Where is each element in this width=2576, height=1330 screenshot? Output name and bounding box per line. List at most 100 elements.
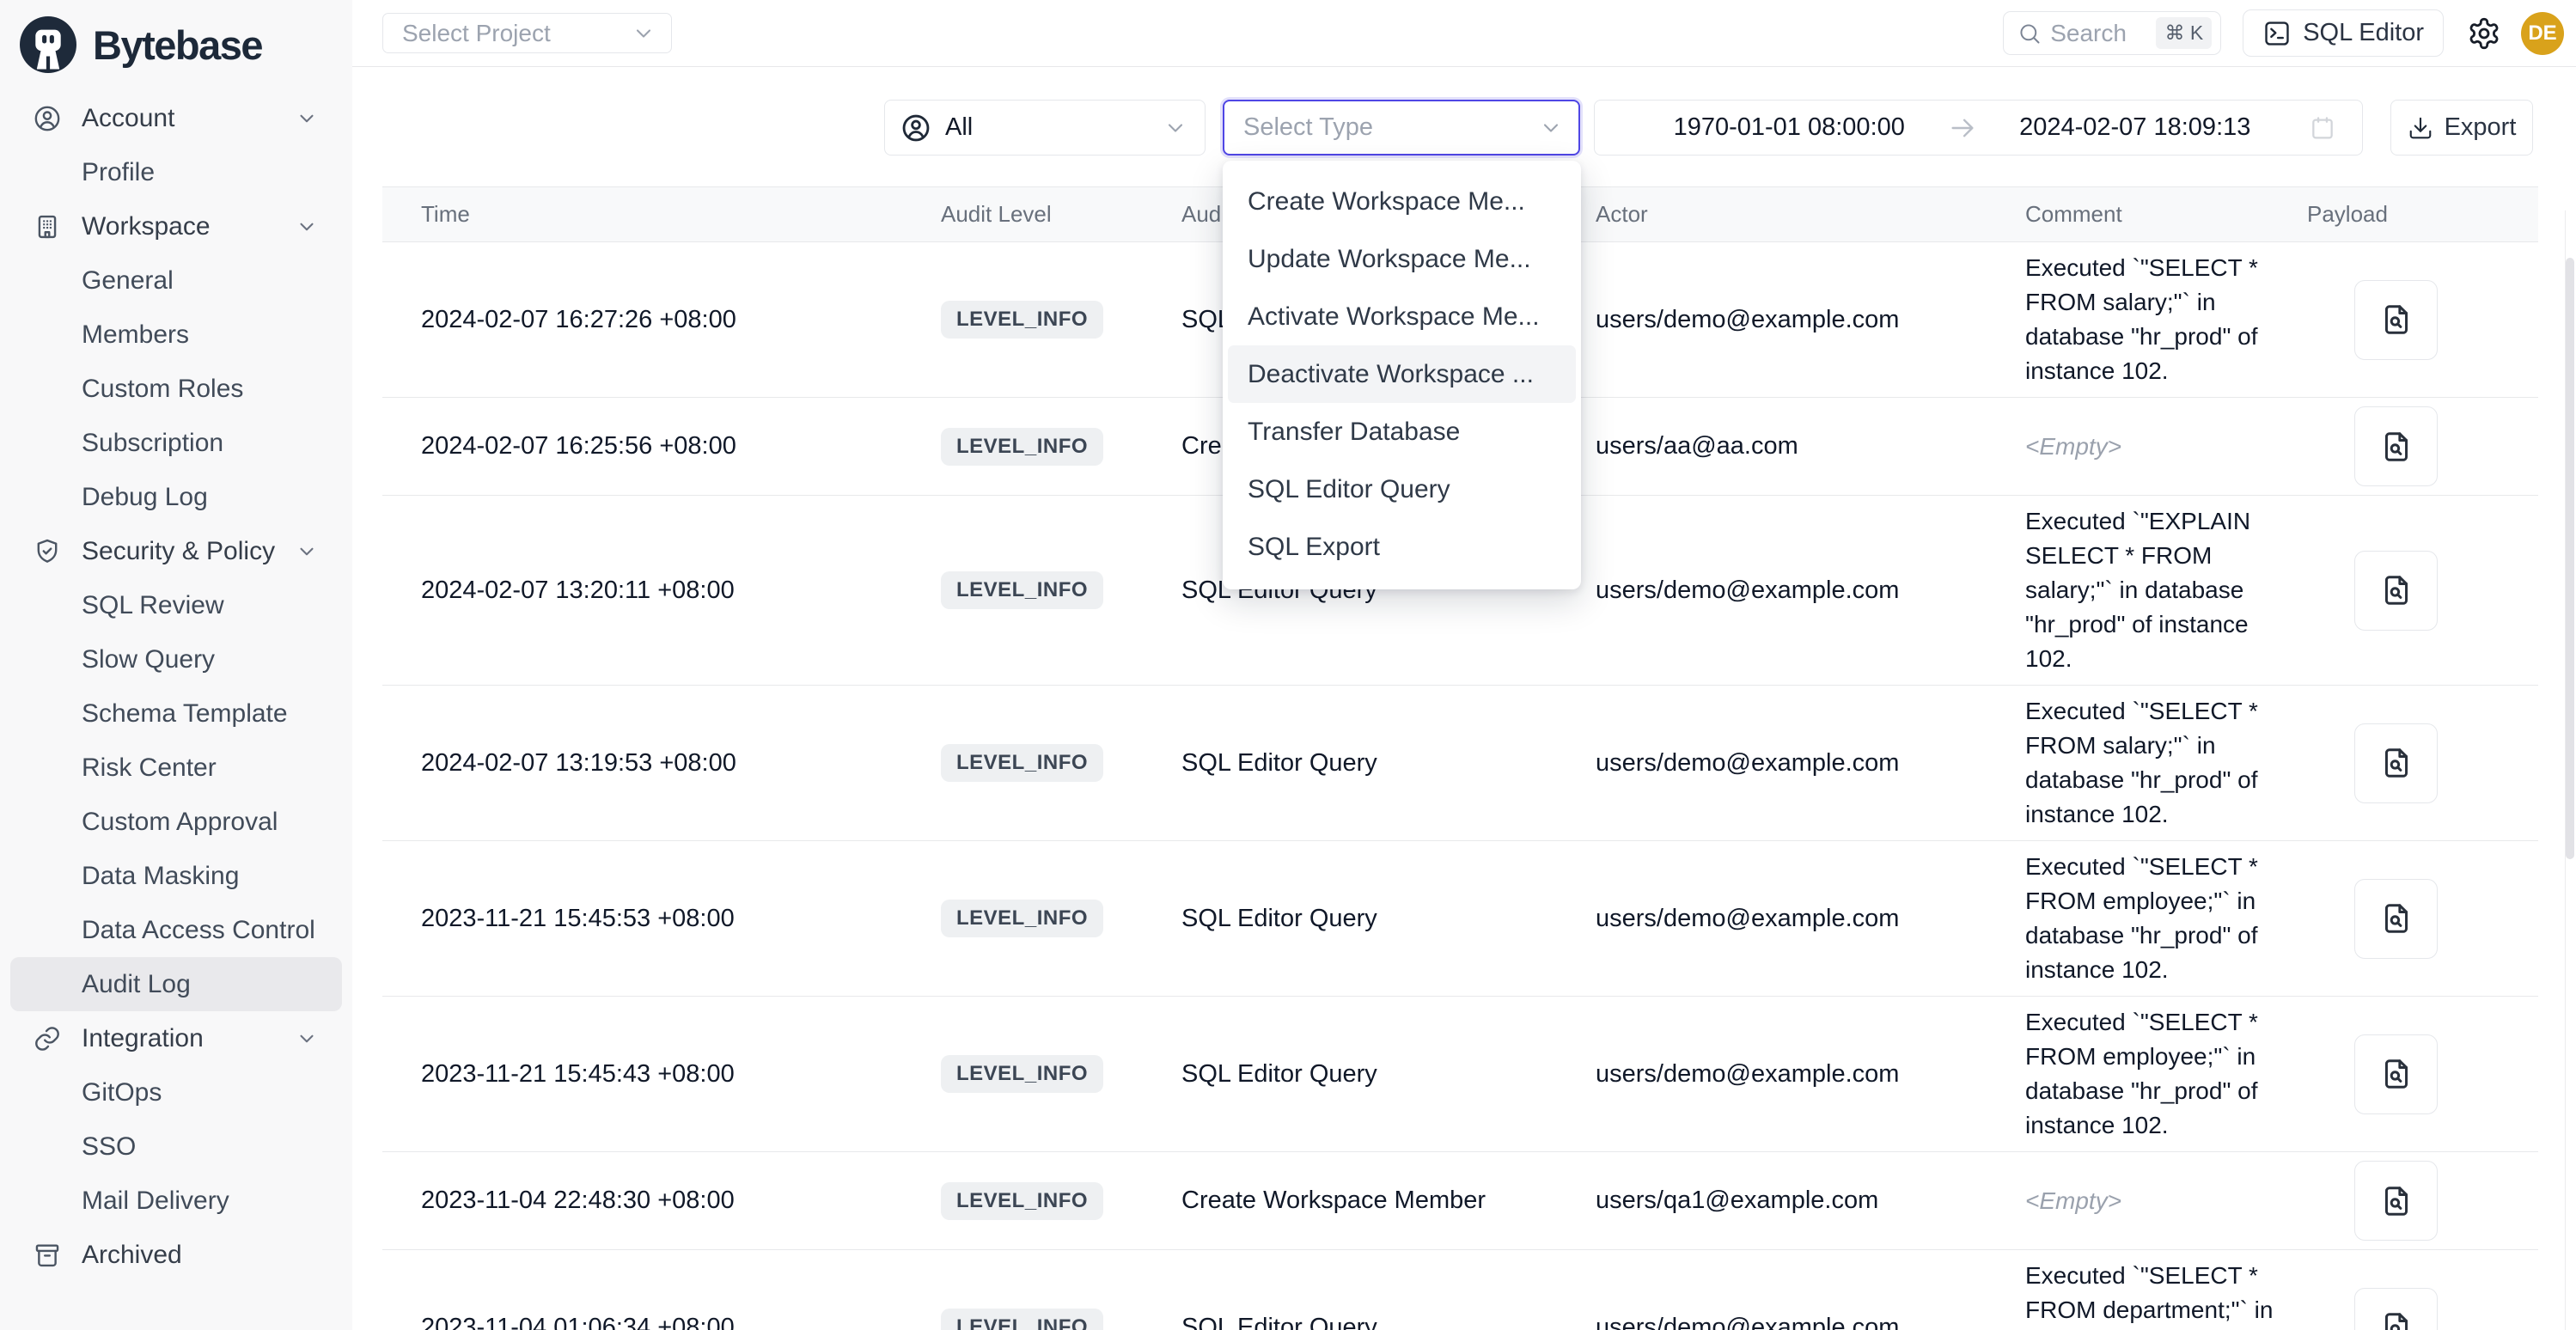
export-button[interactable]: Export — [2390, 100, 2533, 156]
table-row: 2023-11-21 15:45:43 +08:00 LEVEL_INFO SQ… — [382, 997, 2538, 1152]
audit-type: Create Workspace Member — [1181, 1187, 1596, 1215]
export-label: Export — [2445, 113, 2517, 142]
user-circle-icon — [33, 104, 62, 133]
type-dropdown-option[interactable]: Deactivate Workspace ... — [1228, 345, 1576, 403]
audit-actor: users/demo@example.com — [1596, 306, 2025, 334]
search-input[interactable]: Search ⌘ K — [2003, 11, 2221, 55]
audit-time: 2024-02-07 16:27:26 +08:00 — [421, 306, 941, 334]
chevron-down-icon — [1163, 116, 1187, 140]
type-dropdown-option[interactable]: Activate Workspace Me... — [1228, 288, 1576, 345]
sidebar-item-members[interactable]: Members — [10, 308, 342, 362]
file-search-icon — [2378, 429, 2414, 465]
sidebar-item-subscription[interactable]: Subscription — [10, 416, 342, 470]
bytebase-logo[interactable]: Bytebase — [0, 0, 352, 86]
sidebar-item-data-masking[interactable]: Data Masking — [10, 849, 342, 903]
sidebar-item-schema-template[interactable]: Schema Template — [10, 686, 342, 741]
search-placeholder: Search — [2050, 20, 2147, 47]
table-row: 2023-11-04 22:48:30 +08:00 LEVEL_INFO Cr… — [382, 1152, 2538, 1250]
file-search-icon — [2378, 1056, 2414, 1092]
audit-type: SQL Editor Query — [1181, 749, 1596, 778]
topbar-right: Search ⌘ K SQL Editor DE — [2003, 9, 2564, 57]
type-dropdown-option[interactable]: SQL Editor Query — [1228, 461, 1576, 518]
file-search-icon — [2378, 302, 2414, 338]
shield-check-icon — [33, 537, 62, 566]
type-filter-select[interactable]: Select Type — [1223, 100, 1580, 156]
sidebar-item-custom-roles[interactable]: Custom Roles — [10, 362, 342, 416]
sidebar-item-audit-log[interactable]: Audit Log — [10, 957, 342, 1011]
audit-comment: Executed `"SELECT * FROM employee;"` in … — [2025, 1005, 2307, 1143]
sidebar-item-data-access-control[interactable]: Data Access Control — [10, 903, 342, 957]
audit-actor: users/demo@example.com — [1596, 905, 2025, 933]
payload-view-button[interactable] — [2354, 1161, 2438, 1241]
type-filter-dropdown: Create Workspace Me...Update Workspace M… — [1223, 161, 1581, 589]
archive-box-icon — [33, 1241, 62, 1270]
type-dropdown-option[interactable]: Create Workspace Me... — [1228, 173, 1576, 230]
actor-filter-select[interactable]: All — [884, 100, 1206, 156]
audit-comment: Executed `"SELECT * FROM department;"` i… — [2025, 1259, 2307, 1330]
sidebar-item-sql-review[interactable]: SQL Review — [10, 578, 342, 632]
sidebar-item-security-policy[interactable]: Security & Policy — [10, 524, 342, 578]
sidebar-item-account[interactable]: Account — [10, 91, 342, 145]
audit-time: 2024-02-07 16:25:56 +08:00 — [421, 432, 941, 461]
file-search-icon — [2378, 1309, 2414, 1330]
chevron-down-icon — [1539, 116, 1563, 140]
sidebar-item-risk-center[interactable]: Risk Center — [10, 741, 342, 795]
user-avatar[interactable]: DE — [2521, 12, 2564, 55]
type-dropdown-option[interactable]: SQL Export — [1228, 518, 1576, 576]
col-audit-level: Audit Level — [941, 201, 1181, 228]
sidebar-item-gitops[interactable]: GitOps — [10, 1065, 342, 1120]
sql-editor-button[interactable]: SQL Editor — [2243, 9, 2444, 57]
audit-level-badge: LEVEL_INFO — [941, 428, 1103, 466]
sidebar-item-archived[interactable]: Archived — [10, 1228, 342, 1282]
project-select-placeholder: Select Project — [402, 20, 551, 47]
table-row: 2023-11-21 15:45:53 +08:00 LEVEL_INFO SQ… — [382, 841, 2538, 997]
audit-level-badge: LEVEL_INFO — [941, 744, 1103, 782]
search-shortcut-badge: ⌘ K — [2156, 17, 2212, 49]
col-actor: Actor — [1596, 201, 2025, 228]
sidebar-item-sso[interactable]: SSO — [10, 1120, 342, 1174]
user-circle-icon — [900, 113, 931, 143]
project-select[interactable]: Select Project — [382, 13, 672, 53]
payload-view-button[interactable] — [2354, 406, 2438, 486]
file-search-icon — [2378, 572, 2414, 608]
audit-comment: Executed `"SELECT * FROM salary;"` in da… — [2025, 251, 2307, 388]
type-dropdown-option[interactable]: Update Workspace Me... — [1228, 230, 1576, 288]
type-dropdown-option[interactable]: Transfer Database — [1228, 403, 1576, 461]
sidebar-item-mail-delivery[interactable]: Mail Delivery — [10, 1174, 342, 1228]
audit-time: 2023-11-21 15:45:43 +08:00 — [421, 1060, 941, 1089]
sidebar-item-general[interactable]: General — [10, 253, 342, 308]
sidebar-item-slow-query[interactable]: Slow Query — [10, 632, 342, 686]
table-row: 2023-11-04 01:06:34 +08:00 LEVEL_INFO SQ… — [382, 1250, 2538, 1330]
payload-view-button[interactable] — [2354, 280, 2438, 360]
sidebar-item-profile[interactable]: Profile — [10, 145, 342, 199]
sidebar-item-custom-approval[interactable]: Custom Approval — [10, 795, 342, 849]
scrollbar-thumb[interactable] — [2566, 258, 2574, 859]
payload-view-button[interactable] — [2354, 879, 2438, 959]
audit-type: SQL Editor Query — [1181, 1314, 1596, 1330]
payload-view-button[interactable] — [2354, 1288, 2438, 1330]
audit-type: SQL Editor Query — [1181, 1060, 1596, 1089]
link-icon — [33, 1024, 62, 1053]
filter-row: All Select Type 1970-01-01 08:00:00 2024… — [352, 100, 2576, 156]
sidebar-item-integration[interactable]: Integration — [10, 1011, 342, 1065]
calendar-icon — [2309, 114, 2336, 142]
audit-time: 2023-11-04 22:48:30 +08:00 — [421, 1187, 941, 1215]
sidebar-item-workspace[interactable]: Workspace — [10, 199, 342, 253]
audit-time: 2024-02-07 13:20:11 +08:00 — [421, 577, 941, 605]
payload-view-button[interactable] — [2354, 551, 2438, 631]
chevron-down-icon — [296, 1028, 318, 1050]
sidebar-item-debug-log[interactable]: Debug Log — [10, 470, 342, 524]
audit-actor: users/demo@example.com — [1596, 1314, 2025, 1330]
building-icon — [33, 212, 62, 241]
audit-comment: Executed `"SELECT * FROM salary;"` in da… — [2025, 694, 2307, 832]
payload-view-button[interactable] — [2354, 723, 2438, 803]
payload-view-button[interactable] — [2354, 1034, 2438, 1114]
gear-icon[interactable] — [2467, 16, 2501, 51]
col-payload: Payload — [2307, 201, 2576, 228]
chevron-down-icon — [296, 216, 318, 238]
sql-editor-label: SQL Editor — [2303, 19, 2424, 47]
date-range-picker[interactable]: 1970-01-01 08:00:00 2024-02-07 18:09:13 — [1594, 100, 2363, 156]
audit-actor: users/qa1@example.com — [1596, 1187, 2025, 1215]
search-icon — [2017, 21, 2042, 46]
audit-time: 2023-11-04 01:06:34 +08:00 — [421, 1314, 941, 1330]
